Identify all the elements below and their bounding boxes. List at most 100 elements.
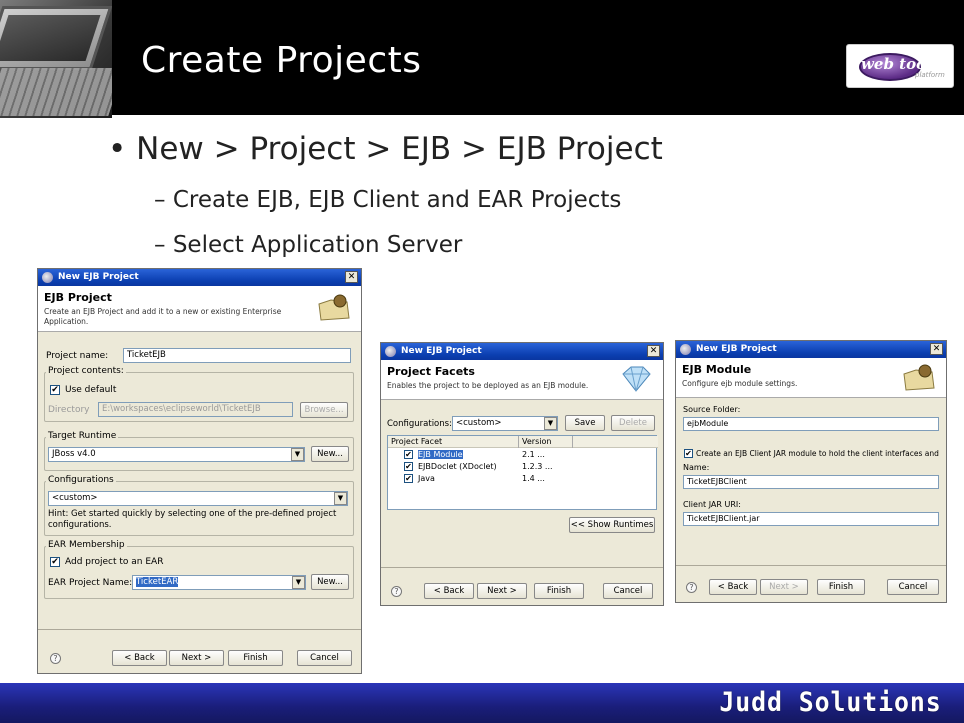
dialog-heading: Project Facets [387, 365, 475, 378]
help-icon[interactable]: ? [50, 653, 61, 664]
slide: Create Projects web tools platform • New… [0, 0, 964, 723]
client-jar-uri-label: Client JAR URI: [683, 500, 741, 509]
facet-row-java[interactable]: ✔ Java 1.4 ... [388, 474, 658, 485]
slide-title: Create Projects [141, 40, 422, 81]
facet-version: 1.4 ... [522, 474, 545, 483]
column-header-version[interactable]: Version [522, 437, 551, 446]
ear-new-button[interactable]: New... [311, 574, 349, 590]
folder-icon [318, 294, 350, 321]
diamond-icon [622, 366, 651, 392]
add-to-ear-checkbox[interactable]: ✔ [50, 557, 60, 567]
source-folder-label: Source Folder: [683, 405, 741, 414]
use-default-label: Use default [65, 385, 117, 395]
target-runtime-select[interactable]: JBoss v4.0 [48, 447, 305, 462]
browse-button[interactable]: Browse... [300, 402, 348, 418]
facet-row-ejb-module[interactable]: ✔ EJB Module 2.1 ... [388, 450, 658, 461]
create-client-checkbox[interactable]: ✔ [684, 449, 693, 458]
next-button[interactable]: Next > [169, 650, 224, 666]
slide-header: Create Projects web tools platform [0, 0, 964, 118]
help-icon[interactable]: ? [686, 582, 697, 593]
facet-name: EJB Module [418, 450, 463, 459]
eclipse-icon [680, 344, 691, 355]
facet-checkbox[interactable]: ✔ [404, 474, 413, 483]
eclipse-icon [385, 346, 396, 357]
finish-button[interactable]: Finish [534, 583, 584, 599]
cancel-button[interactable]: Cancel [887, 579, 939, 595]
close-icon[interactable]: ✕ [930, 343, 943, 355]
back-button[interactable]: < Back [112, 650, 167, 666]
dialog-header: Project Facets Enables the project to be… [381, 360, 663, 400]
client-name-field[interactable]: TicketEJBClient [683, 475, 939, 489]
ejb-module-dialog: New EJB Project ✕ EJB Module Configure ej… [675, 340, 947, 603]
bullet-sub-1: – Create EJB, EJB Client and EAR Project… [154, 187, 622, 213]
back-button[interactable]: < Back [424, 583, 474, 599]
help-icon[interactable]: ? [391, 586, 402, 597]
configurations-label: Configurations [46, 475, 116, 485]
delete-button[interactable]: Delete [611, 415, 655, 431]
configurations-select[interactable]: <custom> [452, 416, 558, 431]
configurations-label: Configurations: [387, 419, 452, 429]
web-tools-logo: web tools platform [846, 44, 954, 88]
facet-checkbox[interactable]: ✔ [404, 450, 413, 459]
eclipse-icon [42, 272, 53, 283]
ejb-project-dialog: New EJB Project ✕ EJB Project Create an E… [37, 268, 362, 674]
logo-subtext: platform [915, 71, 945, 79]
dialog-titlebar[interactable]: New EJB Project ✕ [676, 341, 946, 358]
facet-name: Java [418, 474, 435, 483]
dialog-header: EJB Project Create an EJB Project and ad… [38, 286, 361, 332]
close-icon[interactable]: ✕ [647, 345, 660, 357]
chevron-down-icon[interactable]: ▼ [334, 492, 347, 505]
footer-separator [38, 629, 361, 630]
finish-button[interactable]: Finish [817, 579, 865, 595]
column-header-facet[interactable]: Project Facet [391, 437, 442, 446]
dialog-description: Configure ejb module settings. [682, 379, 798, 388]
next-button[interactable]: Next > [760, 579, 808, 595]
project-name-field[interactable]: TicketEJB [123, 348, 351, 363]
add-to-ear-label: Add project to an EAR [65, 557, 164, 567]
target-runtime-label: Target Runtime [46, 431, 119, 441]
dialog-heading: EJB Project [44, 291, 112, 304]
chevron-down-icon[interactable]: ▼ [291, 448, 304, 461]
project-contents-label: Project contents: [46, 366, 126, 376]
bullet-main: • New > Project > EJB > EJB Project [108, 131, 663, 167]
dialog-description: Enables the project to be deployed as an… [387, 381, 589, 390]
dialog-description: Create an EJB Project and add it to a ne… [44, 307, 282, 326]
save-button[interactable]: Save [565, 415, 605, 431]
facet-version: 2.1 ... [522, 450, 545, 459]
finish-button[interactable]: Finish [228, 650, 283, 666]
facet-version: 1.2.3 ... [522, 462, 553, 471]
close-icon[interactable]: ✕ [345, 271, 358, 283]
cancel-button[interactable]: Cancel [297, 650, 352, 666]
footer-separator [676, 565, 946, 566]
chevron-down-icon[interactable]: ▼ [544, 417, 557, 430]
directory-field[interactable]: E:\workspaces\eclipseworld\TicketEJB [98, 402, 293, 417]
dialog-header: EJB Module Configure ejb module settings… [676, 358, 946, 398]
facet-checkbox[interactable]: ✔ [404, 462, 413, 471]
use-default-checkbox[interactable]: ✔ [50, 385, 60, 395]
brand-logo: Judd Solutions [719, 687, 942, 718]
cancel-button[interactable]: Cancel [603, 583, 653, 599]
create-client-label: Create an EJB Client JAR module to hold … [696, 449, 939, 458]
configurations-select[interactable]: <custom> [48, 491, 348, 506]
dialog-titlebar[interactable]: New EJB Project ✕ [38, 269, 361, 286]
client-jar-uri-field[interactable]: TicketEJBClient.jar [683, 512, 939, 526]
laptop-image [0, 0, 112, 118]
chevron-down-icon[interactable]: ▼ [292, 576, 305, 589]
dialog-titlebar[interactable]: New EJB Project ✕ [381, 343, 663, 360]
show-runtimes-button[interactable]: << Show Runtimes [569, 517, 655, 533]
next-button[interactable]: Next > [477, 583, 527, 599]
back-button[interactable]: < Back [709, 579, 757, 595]
ear-project-name-select[interactable]: TicketEAR [132, 575, 306, 590]
folder-icon [903, 364, 935, 391]
ear-project-name-label: EAR Project Name: [48, 578, 133, 588]
bullet-sub-2: – Select Application Server [154, 232, 463, 258]
facets-table: Project Facet Version ✔ EJB Module 2.1 .… [387, 435, 658, 510]
facet-row-ejbdoclet[interactable]: ✔ EJBDoclet (XDoclet) 1.2.3 ... [388, 462, 658, 473]
slide-footer: Judd Solutions [0, 683, 964, 723]
name-label: Name: [683, 463, 710, 472]
ear-membership-label: EAR Membership [46, 540, 127, 550]
footer-separator [381, 567, 663, 568]
source-folder-field[interactable]: ejbModule [683, 417, 939, 431]
runtime-new-button[interactable]: New... [311, 446, 349, 462]
directory-label: Directory [48, 405, 90, 415]
